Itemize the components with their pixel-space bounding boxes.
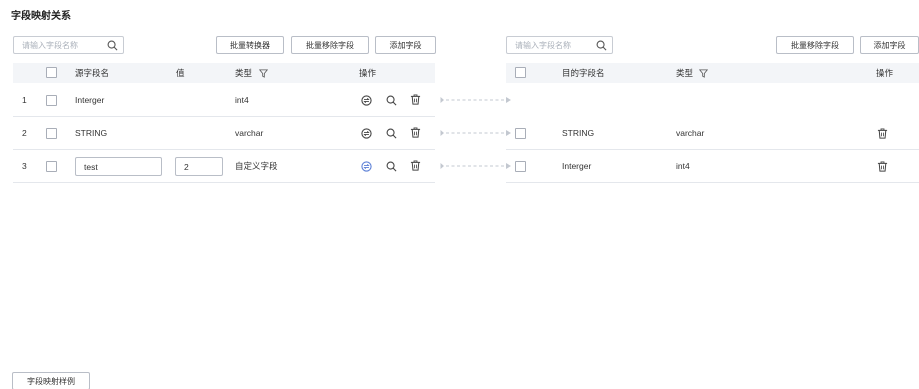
custom-field-name-box[interactable] — [75, 157, 162, 176]
batch-convert-button[interactable]: 批量转换器 — [216, 36, 284, 54]
source-field-name: STRING — [75, 128, 108, 138]
left-search-box[interactable] — [13, 36, 124, 54]
convert-icon[interactable] — [361, 95, 372, 106]
row-index: 3 — [22, 161, 27, 171]
add-field-button[interactable]: 添加字段 — [375, 36, 436, 54]
search-icon[interactable] — [386, 161, 397, 172]
table-row: 2 STRING varchar — [13, 117, 435, 150]
header-target-field: 目的字段名 — [562, 68, 605, 78]
header-type: 类型 — [235, 68, 253, 78]
custom-field-value-box[interactable] — [175, 157, 223, 176]
target-field-name: STRING — [562, 128, 595, 138]
left-table-header: 源字段名 值 类型 操作 — [13, 63, 435, 83]
trash-icon[interactable] — [410, 94, 421, 105]
right-batch-remove-field-button[interactable]: 批量移除字段 — [776, 36, 854, 54]
right-add-field-button[interactable]: 添加字段 — [860, 36, 919, 54]
search-icon[interactable] — [596, 40, 607, 51]
dashed-arrow-icon — [440, 96, 512, 104]
source-field-name: Interger — [75, 95, 105, 105]
convert-icon[interactable] — [361, 128, 372, 139]
table-row: 3 自定义字段 — [13, 150, 435, 183]
right-search-box[interactable] — [506, 36, 613, 54]
field-type: int4 — [676, 161, 690, 171]
dashed-arrow-icon — [440, 129, 512, 137]
field-type: 自定义字段 — [235, 161, 278, 171]
select-all-checkbox[interactable] — [46, 67, 57, 78]
row-index: 2 — [22, 128, 27, 138]
field-type: varchar — [676, 128, 705, 138]
field-type: int4 — [235, 95, 249, 105]
convert-icon[interactable] — [361, 161, 372, 172]
select-all-checkbox[interactable] — [515, 67, 526, 78]
trash-icon[interactable] — [877, 161, 888, 172]
row-checkbox[interactable] — [46, 161, 57, 172]
trash-icon[interactable] — [410, 160, 421, 171]
row-checkbox[interactable] — [46, 95, 57, 106]
custom-field-value-input[interactable] — [176, 158, 222, 175]
table-row: STRING varchar — [506, 117, 919, 150]
header-type: 类型 — [676, 68, 694, 78]
row-checkbox[interactable] — [46, 128, 57, 139]
right-table-header: 目的字段名 类型 操作 — [506, 63, 919, 83]
header-source-field: 源字段名 — [75, 68, 110, 78]
custom-field-name-input[interactable] — [76, 158, 161, 175]
row-checkbox[interactable] — [515, 161, 526, 172]
row-checkbox[interactable] — [515, 128, 526, 139]
field-mapping-example-button[interactable]: 字段映射样例 — [12, 372, 90, 389]
search-icon[interactable] — [107, 40, 118, 51]
table-row: 1 Interger int4 — [13, 84, 435, 117]
target-field-name: Interger — [562, 161, 592, 171]
table-row — [506, 84, 919, 117]
batch-remove-field-button[interactable]: 批量移除字段 — [291, 36, 369, 54]
search-icon[interactable] — [386, 128, 397, 139]
header-operations: 操作 — [359, 68, 377, 78]
field-type: varchar — [235, 128, 264, 138]
filter-icon[interactable] — [259, 69, 268, 78]
dashed-arrow-icon — [440, 162, 512, 170]
page-title: 字段映射关系 — [11, 11, 71, 22]
trash-icon[interactable] — [410, 127, 421, 138]
row-index: 1 — [22, 95, 27, 105]
table-row: Interger int4 — [506, 150, 919, 183]
header-operations: 操作 — [876, 68, 894, 78]
trash-icon[interactable] — [877, 128, 888, 139]
filter-icon[interactable] — [699, 69, 708, 78]
header-value: 值 — [176, 68, 185, 78]
search-icon[interactable] — [386, 95, 397, 106]
